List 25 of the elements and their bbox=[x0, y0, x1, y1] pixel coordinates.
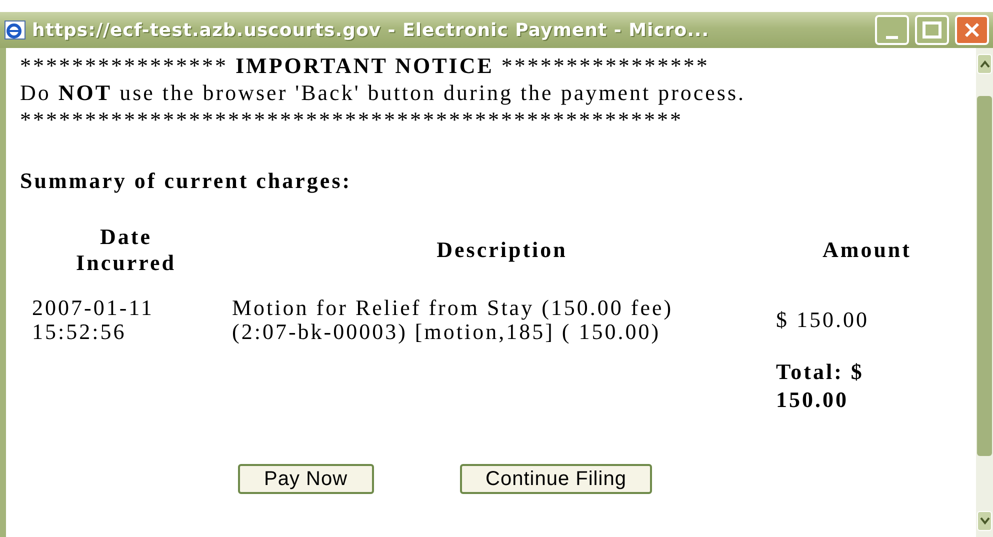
scrollbar[interactable] bbox=[976, 48, 993, 537]
divider-stars: *************************************************** bbox=[20, 106, 684, 133]
scroll-thumb[interactable] bbox=[977, 96, 992, 456]
total-amount: Total: $ 150.00 bbox=[775, 358, 865, 414]
browser-icon bbox=[4, 19, 26, 41]
scroll-up-icon[interactable] bbox=[977, 54, 992, 74]
close-button[interactable] bbox=[955, 15, 989, 45]
close-icon bbox=[963, 21, 981, 39]
scroll-down-icon[interactable] bbox=[977, 511, 992, 531]
warning-text: Do NOT use the browser 'Back' button during the payment process. bbox=[20, 79, 747, 106]
minimize-button[interactable] bbox=[875, 15, 909, 45]
column-header: Date Incurred bbox=[75, 224, 177, 276]
table-cell-text: $ 150.00 bbox=[775, 306, 870, 334]
maximize-icon bbox=[922, 21, 942, 39]
section-heading: Summary of current charges: bbox=[20, 167, 353, 194]
table-cell-text: 2007-01-11 15:52:56 bbox=[31, 294, 155, 344]
window-title: https://ecf-test.azb.uscourts.gov - Electronic Payment - Micro... bbox=[32, 18, 710, 42]
table-cell-text: Motion for Relief from Stay (150.00 fee)(2:07-bk-00003) [motion,185] ( 150.00) bbox=[232, 294, 674, 344]
action-button[interactable]: Pay Now bbox=[238, 464, 374, 494]
maximize-button[interactable] bbox=[915, 15, 949, 45]
minimize-icon bbox=[886, 36, 898, 38]
column-header: Amount bbox=[821, 236, 912, 264]
column-header: Description bbox=[436, 236, 568, 264]
notice-heading: **************** IMPORTANT NOTICE **************** bbox=[20, 52, 710, 79]
action-button[interactable]: Continue Filing bbox=[460, 464, 652, 494]
